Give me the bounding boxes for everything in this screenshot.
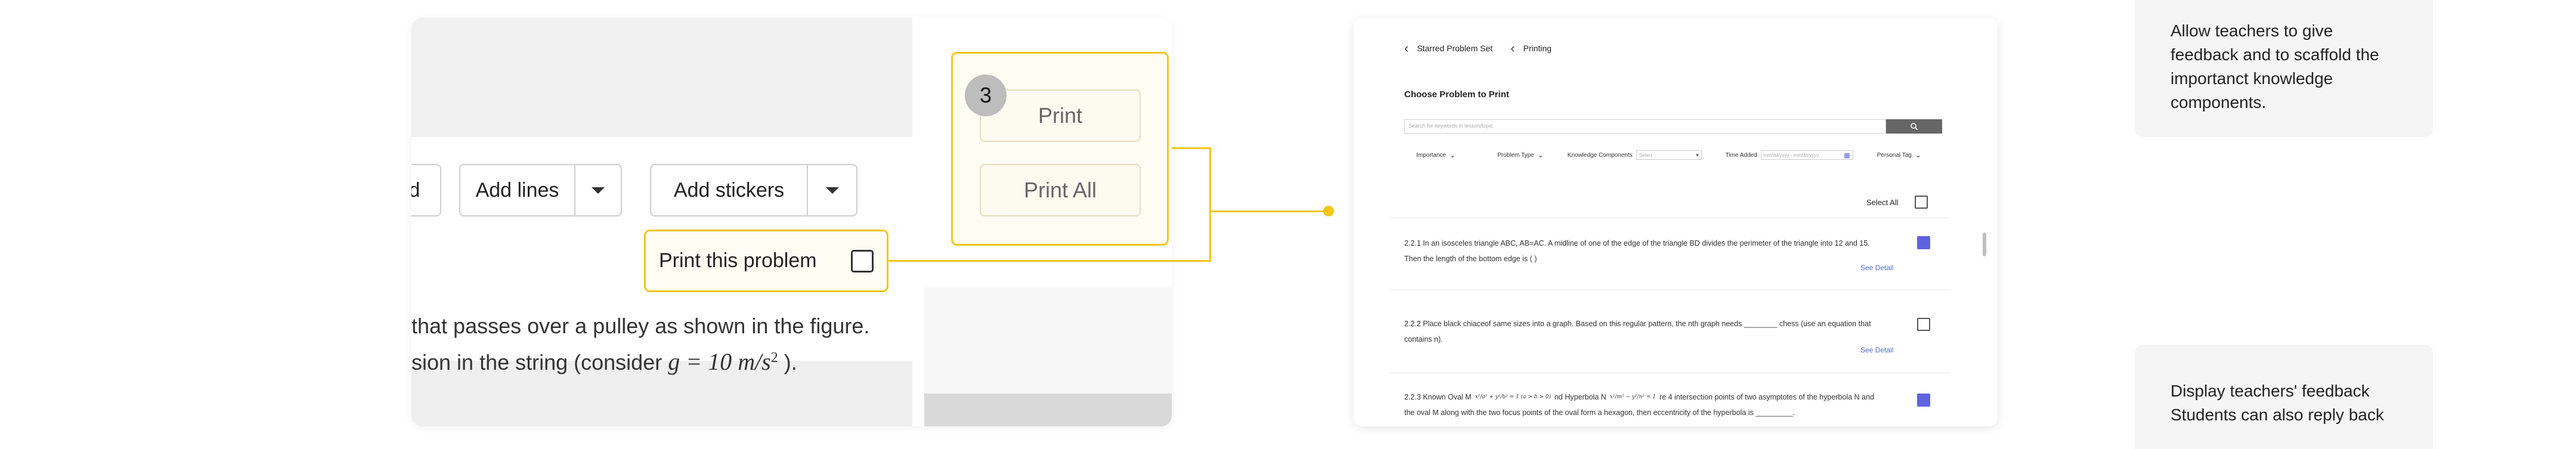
connector-line (1210, 210, 1330, 212)
zoomed-problem-card: d Add lines Add stickers Print this prob… (411, 18, 1172, 426)
search-input[interactable]: Search for keywords in lesson/topic (1404, 119, 1886, 134)
personal-tag-filter[interactable]: Personal Tag ⌄ (1877, 151, 1921, 159)
problem-2-line-1: 2.2.2 Place black chiaceof same sizes in… (1404, 320, 1871, 328)
knowledge-components-filter: Knowledge Components Select ▾ (1568, 150, 1702, 160)
oval-equation: x²/a² + y²/b² = 1 (a > b > 0) (1475, 394, 1551, 400)
connector-dot (1323, 206, 1334, 216)
problem-2-checkbox[interactable] (1917, 318, 1930, 331)
filter-bar: Importance ⌄ Problem Type ⌄ Knowledge Co… (1416, 150, 1953, 160)
add-lines-dropdown[interactable] (574, 164, 622, 216)
note-feedback-scaffold: Allow teachers to give feedback and to s… (2135, 0, 2433, 137)
print-label: Print (1038, 103, 1083, 128)
calendar-icon[interactable]: ▦ (1844, 151, 1850, 159)
question-line-2-prefix: sion in the string (consider (411, 350, 668, 374)
search-button[interactable] (1886, 119, 1942, 134)
print-this-problem-control[interactable]: Print this problem (644, 230, 888, 292)
problem-item-3[interactable]: 2.2.3 Known Oval M x²/a² + y²/b² = 1 (a … (1404, 389, 1917, 420)
top-gray-area (411, 18, 912, 137)
chevron-down-icon: ⌄ (1450, 151, 1456, 159)
note-bottom-text: Display teachers' feedback Students can … (2171, 382, 2384, 424)
problem-3-line-2: the oval M along with the two focus poin… (1404, 408, 1795, 417)
partial-button[interactable]: d (411, 164, 441, 216)
problem-3-text-c: re 4 intersection points of two asymptot… (1659, 393, 1874, 401)
select-all-checkbox[interactable] (1915, 196, 1928, 209)
partial-button-label: d (411, 178, 420, 202)
importance-filter[interactable]: Importance ⌄ (1416, 151, 1456, 159)
add-lines-button[interactable]: Add lines (459, 164, 575, 216)
breadcrumb: ‹ Starred Problem Set ‹ Printing (1404, 41, 1552, 56)
chevron-left-icon[interactable]: ‹ (1510, 41, 1515, 56)
problem-type-label: Problem Type (1497, 151, 1534, 159)
problem-3-checkbox[interactable] (1917, 394, 1930, 407)
chevron-down-icon (825, 187, 839, 194)
scrollbar[interactable] (1983, 233, 1986, 256)
add-stickers-dropdown[interactable] (807, 164, 857, 216)
print-this-problem-label: Print this problem (659, 249, 817, 272)
note-display-feedback: Display teachers' feedback Students can … (2135, 345, 2433, 449)
back-chevron-icon[interactable]: ‹ (1404, 41, 1408, 56)
problem-2-line-2: contains n). (1404, 335, 1443, 343)
question-line-2-suffix: ). (778, 350, 797, 374)
time-added-filter: Time Added mm/dd/yyyy - mm/dd/yyyy ▦ (1726, 150, 1853, 160)
hyperbola-equation: x²/m² − y²/n² = 1 (1609, 394, 1656, 400)
print-all-button[interactable]: Print All (980, 164, 1141, 216)
add-lines-label: Add lines (475, 178, 559, 202)
question-line-1: that passes over a pulley as shown in th… (411, 314, 870, 338)
problem-type-filter[interactable]: Problem Type ⌄ (1497, 151, 1544, 159)
breadcrumb-parent[interactable]: Starred Problem Set (1417, 44, 1493, 53)
right-bottom-bar (924, 394, 1172, 426)
select-all-row: Select All (1866, 196, 1928, 209)
breadcrumb-current: Printing (1523, 44, 1552, 53)
knowledge-select-placeholder: Select (1639, 152, 1652, 158)
question-formula: g = 10 m/s (668, 348, 771, 375)
step-badge: 3 (965, 75, 1007, 116)
personal-tag-label: Personal Tag (1877, 151, 1912, 159)
date-range-placeholder: mm/dd/yyyy - mm/dd/yyyy (1763, 152, 1819, 158)
problem-3-line-1: 2.2.3 Known Oval M x²/a² + y²/b² = 1 (a … (1404, 389, 1917, 405)
chevron-down-icon (592, 187, 605, 194)
chevron-down-icon: ⌄ (1915, 151, 1921, 159)
problem-1-checkbox[interactable] (1917, 236, 1930, 249)
add-stickers-button[interactable]: Add stickers (650, 164, 808, 216)
add-stickers-label: Add stickers (673, 178, 785, 202)
connector-line (1209, 147, 1211, 262)
connector-line (888, 260, 1211, 262)
search-icon (1911, 123, 1918, 131)
time-added-label: Time Added (1725, 151, 1757, 159)
right-lower-area (924, 287, 1172, 401)
knowledge-components-select[interactable]: Select ▾ (1636, 150, 1702, 160)
print-screen-card: ‹ Starred Problem Set ‹ Printing Choose … (1354, 18, 1998, 426)
knowledge-components-label: Knowledge Components (1567, 151, 1633, 159)
problem-2-see-detail[interactable]: See Detail (1860, 346, 1893, 354)
problem-item-2[interactable]: 2.2.2 Place black chiaceof same sizes in… (1404, 316, 1905, 347)
connector-line (1172, 147, 1210, 149)
note-top-text: Allow teachers to give feedback and to s… (2171, 21, 2379, 112)
chevron-down-icon: ▾ (1696, 151, 1699, 158)
print-all-label: Print All (1023, 178, 1097, 202)
section-title: Choose Problem to Print (1404, 89, 1509, 100)
question-line-2: sion in the string (consider g = 10 m/s2… (411, 342, 797, 379)
problem-3-text-b: nd Hyperbola N (1554, 393, 1606, 401)
importance-label: Importance (1416, 151, 1447, 159)
print-options-highlight: Print Print All 3 (951, 52, 1169, 246)
problem-1-line-1: 2.2.1 In an isosceles triangle ABC, AB=A… (1404, 239, 1870, 247)
problem-1-see-detail[interactable]: See Detail (1860, 264, 1893, 272)
problem-3-text-a: 2.2.3 Known Oval M (1404, 393, 1472, 401)
step-number: 3 (979, 83, 992, 107)
date-range-input[interactable]: mm/dd/yyyy - mm/dd/yyyy ▦ (1760, 150, 1853, 160)
question-formula-exponent: 2 (770, 350, 778, 366)
print-this-problem-checkbox[interactable] (851, 249, 874, 273)
problem-item-1[interactable]: 2.2.1 In an isosceles triangle ABC, AB=A… (1404, 236, 1941, 267)
select-all-label: Select All (1866, 197, 1899, 207)
chevron-down-icon: ⌄ (1537, 151, 1544, 159)
